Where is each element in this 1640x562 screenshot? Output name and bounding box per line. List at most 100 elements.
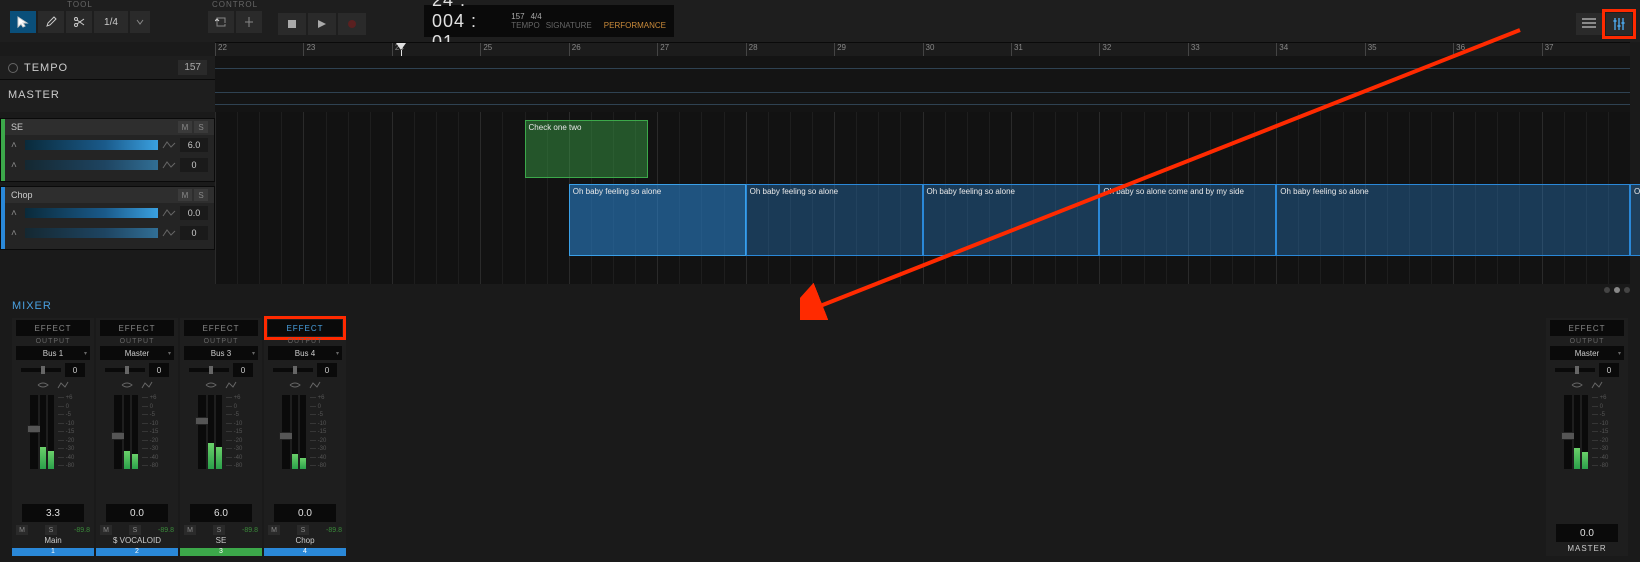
solo-button[interactable]: S: [194, 189, 208, 201]
clip[interactable]: Oh baby feeli: [1630, 184, 1640, 256]
snap-button[interactable]: [236, 11, 262, 33]
quantize-chevron[interactable]: [130, 11, 150, 33]
tempo-value[interactable]: 157: [178, 60, 207, 75]
write-automation-icon[interactable]: [1591, 381, 1603, 389]
arrangement[interactable]: Check one twoOh baby feeling so aloneOh …: [215, 112, 1630, 284]
pan-value[interactable]: 0: [233, 363, 253, 377]
automation-icon[interactable]: [162, 160, 176, 170]
arrow-tool[interactable]: [10, 11, 36, 33]
fader[interactable]: [30, 395, 38, 469]
solo-button[interactable]: S: [297, 525, 309, 535]
counter-sig-label: SIGNATURE: [546, 21, 592, 30]
twisty-icon[interactable]: ˄: [11, 208, 21, 219]
clip[interactable]: Oh baby feeling so alone: [923, 184, 1100, 256]
track-name[interactable]: SE: [11, 122, 176, 132]
pan-slider[interactable]: [25, 228, 158, 238]
effect-button[interactable]: EFFECT: [268, 320, 342, 336]
pan-slider[interactable]: [273, 368, 313, 372]
pan-slider[interactable]: [1555, 368, 1595, 372]
gain-value[interactable]: 3.3: [22, 504, 84, 522]
effect-button[interactable]: EFFECT: [16, 320, 90, 336]
volume-value[interactable]: 6.0: [180, 138, 208, 152]
fader[interactable]: [198, 395, 206, 469]
stop-button[interactable]: [278, 13, 306, 35]
pencil-tool[interactable]: [38, 11, 64, 33]
mute-button[interactable]: M: [100, 525, 112, 535]
fader[interactable]: [1564, 395, 1572, 469]
list-view-button[interactable]: [1576, 13, 1602, 35]
twisty-icon[interactable]: ˄: [11, 160, 21, 171]
gain-value[interactable]: 0.0: [106, 504, 168, 522]
clip[interactable]: Oh baby feeling so alone: [1276, 184, 1630, 256]
pan-slider[interactable]: [105, 368, 145, 372]
read-automation-icon[interactable]: [1571, 381, 1583, 389]
track[interactable]: SE M S ˄ 6.0 ˄ 0: [0, 118, 215, 182]
play-button[interactable]: [308, 13, 336, 35]
write-automation-icon[interactable]: [225, 381, 237, 389]
read-automation-icon[interactable]: [205, 381, 217, 389]
effect-button[interactable]: EFFECT: [100, 320, 174, 336]
output-select[interactable]: Master: [100, 346, 174, 360]
scissors-tool[interactable]: [66, 11, 92, 33]
read-automation-icon[interactable]: [289, 381, 301, 389]
mute-button[interactable]: M: [178, 189, 192, 201]
twisty-icon[interactable]: ˄: [11, 228, 21, 239]
solo-button[interactable]: S: [129, 525, 141, 535]
volume-value[interactable]: 0.0: [180, 206, 208, 220]
fader-area: — +6— 0— -5— -10— -15— -20— -30— -40— -8…: [12, 391, 94, 502]
automation-icon[interactable]: [162, 140, 176, 150]
pan-slider[interactable]: [25, 160, 158, 170]
mute-button[interactable]: M: [268, 525, 280, 535]
pan-value[interactable]: 0: [317, 363, 337, 377]
quantize-select[interactable]: 1/4: [94, 11, 128, 33]
ruler-bar: 27: [657, 43, 669, 57]
track[interactable]: Chop M S ˄ 0.0 ˄ 0: [0, 186, 215, 250]
mute-button[interactable]: M: [16, 525, 28, 535]
volume-meter[interactable]: [25, 140, 158, 150]
hscroll-indicator[interactable]: [215, 285, 1630, 295]
clip[interactable]: Oh baby feeling so alone: [746, 184, 923, 256]
gain-value[interactable]: 6.0: [190, 504, 252, 522]
pan-value[interactable]: 0: [180, 158, 208, 172]
record-button[interactable]: [338, 13, 366, 35]
gain-value[interactable]: 0.0: [274, 504, 336, 522]
mixer-view-button[interactable]: [1606, 13, 1632, 35]
playhead[interactable]: [396, 43, 406, 50]
pan-value[interactable]: 0: [180, 226, 208, 240]
write-automation-icon[interactable]: [141, 381, 153, 389]
fader[interactable]: [114, 395, 122, 469]
output-select[interactable]: Bus 1: [16, 346, 90, 360]
twisty-icon[interactable]: ˄: [11, 140, 21, 151]
loop-button[interactable]: [208, 11, 234, 33]
output-select[interactable]: Bus 4: [268, 346, 342, 360]
read-automation-icon[interactable]: [121, 381, 133, 389]
automation-icon[interactable]: [162, 208, 176, 218]
pan-slider[interactable]: [189, 368, 229, 372]
mute-button[interactable]: M: [178, 121, 192, 133]
output-select[interactable]: Bus 3: [184, 346, 258, 360]
ruler[interactable]: 22232425262728293031323334353637: [215, 42, 1630, 56]
solo-button[interactable]: S: [45, 525, 57, 535]
write-automation-icon[interactable]: [309, 381, 321, 389]
solo-button[interactable]: S: [213, 525, 225, 535]
track-name[interactable]: Chop: [11, 190, 176, 200]
write-automation-icon[interactable]: [57, 381, 69, 389]
pan-value[interactable]: 0: [149, 363, 169, 377]
clip[interactable]: Oh baby so alone come and by my side: [1099, 184, 1276, 256]
automation-icon[interactable]: [162, 228, 176, 238]
output-select[interactable]: Master: [1550, 346, 1624, 360]
effect-button[interactable]: EFFECT: [184, 320, 258, 336]
volume-meter[interactable]: [25, 208, 158, 218]
read-automation-icon[interactable]: [37, 381, 49, 389]
pan-slider[interactable]: [21, 368, 61, 372]
fader[interactable]: [282, 395, 290, 469]
solo-button[interactable]: S: [194, 121, 208, 133]
gain-value[interactable]: 0.0: [1556, 524, 1618, 542]
clip[interactable]: Oh baby feeling so alone: [569, 184, 746, 256]
ruler-bar: 36: [1453, 43, 1465, 57]
pan-value[interactable]: 0: [65, 363, 85, 377]
mute-button[interactable]: M: [184, 525, 196, 535]
clip[interactable]: Check one two: [525, 120, 649, 178]
effect-button[interactable]: EFFECT: [1550, 320, 1624, 336]
pan-value[interactable]: 0: [1599, 363, 1619, 377]
